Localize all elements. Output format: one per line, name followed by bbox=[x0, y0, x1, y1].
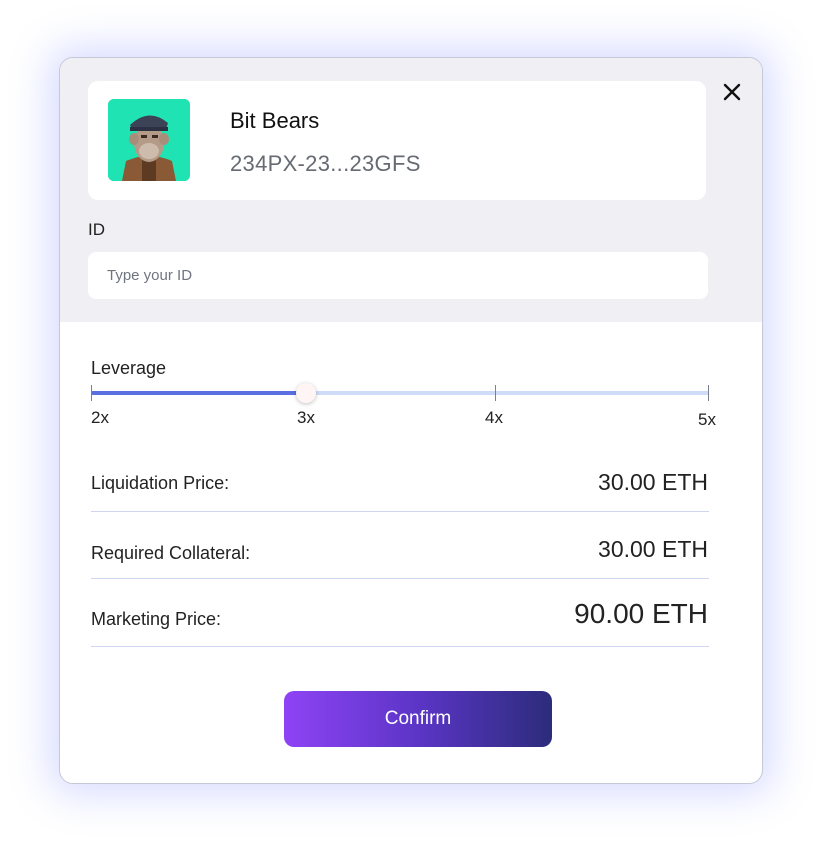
leverage-step-5x[interactable]: 5x bbox=[698, 410, 716, 430]
liquidation-price-label: Liquidation Price: bbox=[91, 473, 230, 493]
position-modal: Bit Bears 234PX-23...23GFS ID Leverage 2… bbox=[59, 57, 763, 784]
required-collateral-value: 30.00 ETH bbox=[598, 536, 708, 562]
nft-address: 234PX-23...23GFS bbox=[230, 151, 421, 176]
nft-section: Bit Bears 234PX-23...23GFS ID bbox=[60, 58, 762, 322]
id-input[interactable] bbox=[88, 252, 708, 299]
slider-tick bbox=[708, 385, 709, 401]
leverage-label: Leverage bbox=[91, 358, 167, 378]
slider-tick bbox=[91, 385, 92, 401]
slider-fill bbox=[91, 391, 306, 395]
close-icon[interactable] bbox=[720, 80, 744, 104]
marketing-price-value: 90.00 ETH bbox=[574, 598, 708, 629]
id-label: ID bbox=[88, 220, 105, 239]
marketing-price-label: Marketing Price: bbox=[91, 609, 222, 629]
divider bbox=[91, 646, 709, 647]
leverage-step-3x[interactable]: 3x bbox=[297, 408, 315, 428]
divider bbox=[91, 511, 709, 512]
slider-tick bbox=[495, 385, 496, 401]
divider bbox=[91, 578, 709, 579]
required-collateral-label: Required Collateral: bbox=[91, 543, 251, 563]
confirm-button[interactable]: Confirm bbox=[284, 691, 552, 747]
nft-name: Bit Bears bbox=[230, 108, 320, 133]
slider-thumb[interactable] bbox=[296, 383, 316, 403]
liquidation-price-value: 30.00 ETH bbox=[598, 469, 708, 495]
leverage-slider[interactable] bbox=[91, 383, 709, 403]
nft-card: Bit Bears 234PX-23...23GFS bbox=[88, 81, 706, 200]
leverage-step-2x[interactable]: 2x bbox=[91, 408, 109, 428]
leverage-step-4x[interactable]: 4x bbox=[485, 408, 503, 428]
ape-avatar-icon bbox=[108, 99, 190, 181]
